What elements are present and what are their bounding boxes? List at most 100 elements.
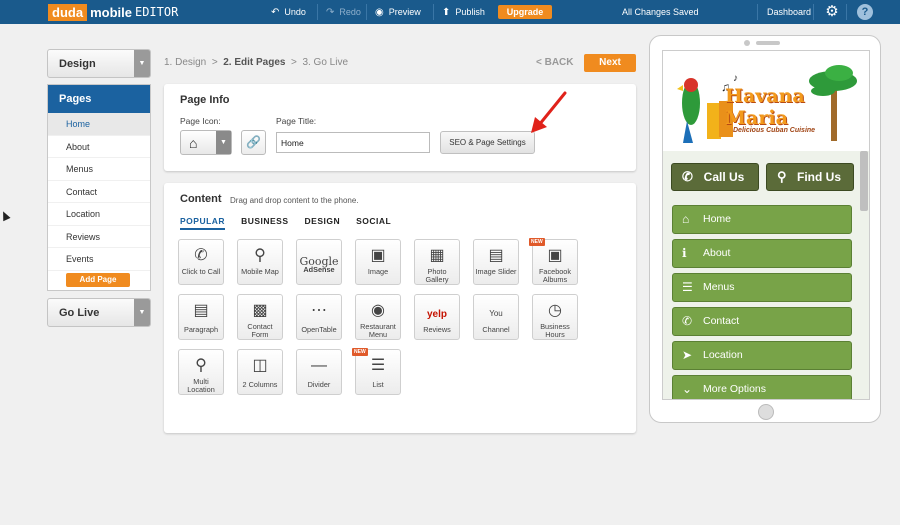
page-info-title: Page Info [180,94,230,106]
widget-label: Divider [307,380,331,389]
phone-menu-label: Location [703,349,743,361]
sidebar-item-location[interactable]: Location [48,203,150,226]
phone-menu-about[interactable]: ℹ About [672,239,852,268]
preview-button[interactable]: ◉ Preview [375,0,421,24]
restaurant-tagline: Delicious Cuban Cuisine [733,127,816,134]
widget-adsense[interactable]: Google AdSense [296,239,342,285]
widget-label: Paragraph [183,325,219,334]
publish-button[interactable]: ⬆ Publish [442,0,485,24]
breadcrumb-step-edit-pages: 2. Edit Pages [223,57,286,68]
widget-facebook-albums[interactable]: NEW ▣ Facebook Albums [529,238,578,285]
gallery-grid-icon: ▦ [429,247,445,264]
phone-menu-home[interactable]: ⌂ Home [672,205,852,234]
widget-mobile-map[interactable]: ⚲ Mobile Map [237,239,283,285]
widget-click-to-call[interactable]: ✆ Click to Call [178,239,224,285]
widget-photo-gallery[interactable]: ▦ Photo Gallery [414,239,460,285]
logo-duda-text: duda [48,3,88,21]
phone-preview: ♫ ♪ Havana Maria Delicious Cuban Cuisine… [649,35,881,423]
opentable-icon: ⋯ [311,302,327,319]
phone-icon: ✆ [682,314,693,328]
upgrade-button[interactable]: Upgrade [498,5,552,19]
dashboard-link[interactable]: Dashboard [767,0,811,24]
widget-label: Restaurant Menu [360,322,396,339]
widget-divider[interactable]: ― Divider [296,349,342,395]
widget-label: Image Slider [475,267,517,276]
multi-pin-icon: ⚲ [195,357,207,374]
youtube-logo-icon: You [489,309,503,318]
save-status: All Changes Saved [622,7,699,17]
chevron-down-icon: ▼ [134,299,150,326]
design-section-button[interactable]: Design ▼ [47,49,151,78]
phone-home-button [758,404,774,420]
phone-scrollbar[interactable] [860,151,868,211]
toolbar-divider [366,4,367,20]
widget-list[interactable]: NEW ☰ List [352,348,401,395]
widget-two-columns[interactable]: ◫ 2 Columns [237,349,283,395]
next-button[interactable]: Next [584,54,636,72]
widget-restaurant-menu[interactable]: ◉ Restaurant Menu [355,294,401,340]
phone-menu-more-options[interactable]: ⌄ More Options [672,375,852,399]
tab-design[interactable]: DESIGN [305,216,341,230]
form-icon: ▩ [252,302,268,319]
toolbar-divider [757,4,758,20]
chevron-down-icon: ⌄ [682,382,693,396]
toolbar-divider [846,4,847,20]
phone-menu-contact[interactable]: ✆ Contact [672,307,852,336]
map-pin-icon: ⚲ [254,247,266,264]
sidebar-item-reviews[interactable]: Reviews [48,226,150,248]
new-badge: NEW [352,348,368,356]
top-bar: duda mobile EDITOR ↶ Undo ↷ Redo ◉ Previ… [0,0,900,24]
seo-page-settings-button[interactable]: SEO & Page Settings [440,131,535,154]
back-button[interactable]: < BACK [536,57,574,68]
sidebar-item-home[interactable]: Home [48,113,150,136]
widget-label: List [372,380,384,389]
clock-icon: ◷ [548,302,562,319]
tab-business[interactable]: BUSINESS [241,216,288,230]
widget-label: Image [367,267,389,276]
slider-image-icon: ▤ [488,247,504,264]
go-live-section-button[interactable]: Go Live ▼ [47,298,151,327]
widget-contact-form[interactable]: ▩ Contact Form [237,294,283,340]
new-badge: NEW [529,238,545,246]
undo-label: Undo [284,7,306,17]
content-card: Content Drag and drop content to the pho… [164,183,636,433]
sidebar-item-menus[interactable]: Menus [48,158,150,181]
tab-social[interactable]: SOCIAL [356,216,391,230]
add-page-button[interactable]: Add Page [66,273,130,287]
sidebar-item-events[interactable]: Events [48,248,150,271]
widget-channel[interactable]: You Channel [473,294,519,340]
info-icon: ℹ [682,246,687,260]
sidebar-item-about[interactable]: About [48,136,150,158]
phone-speaker [756,41,780,45]
call-us-button[interactable]: ✆ Call Us [671,163,759,191]
sidebar-item-contact[interactable]: Contact [48,181,150,203]
widget-label: Contact Form [247,322,273,339]
find-us-button[interactable]: ⚲ Find Us [766,163,854,191]
undo-button[interactable]: ↶ Undo [271,0,306,24]
publish-label: Publish [455,7,485,17]
widget-multi-location[interactable]: ⚲ Multi Location [178,349,224,395]
breadcrumb-step-go-live[interactable]: 3. Go Live [302,57,348,68]
breadcrumb-separator: > [211,57,218,68]
link-icon[interactable]: 🔗 [241,130,266,155]
widget-paragraph[interactable]: ▤ Paragraph [178,294,224,340]
breadcrumb-separator: > [291,57,297,68]
widget-business-hours[interactable]: ◷ Business Hours [532,294,578,340]
widget-label: Reviews [423,325,451,334]
phone-menu-menus[interactable]: ☰ Menus [672,273,852,302]
gear-icon[interactable]: ⚙ [823,3,841,21]
page-title-input[interactable] [276,132,430,153]
breadcrumb-step-design[interactable]: 1. Design [164,57,206,68]
widget-image[interactable]: ▣ Image [355,239,401,285]
tab-popular[interactable]: POPULAR [180,216,226,230]
toolbar-divider [433,4,434,20]
page-icon-picker[interactable]: ⌂ ▼ [180,130,232,155]
widget-reviews[interactable]: yelp Reviews [414,294,460,340]
widget-image-slider[interactable]: ▤ Image Slider [473,239,519,285]
redo-button[interactable]: ↷ Redo [326,0,361,24]
phone-menu-location[interactable]: ➤ Location [672,341,852,370]
preview-label: Preview [388,7,421,17]
widget-label: AdSense [303,265,335,274]
help-icon[interactable]: ? [857,4,873,20]
widget-opentable[interactable]: ⋯ OpenTable [296,294,342,340]
